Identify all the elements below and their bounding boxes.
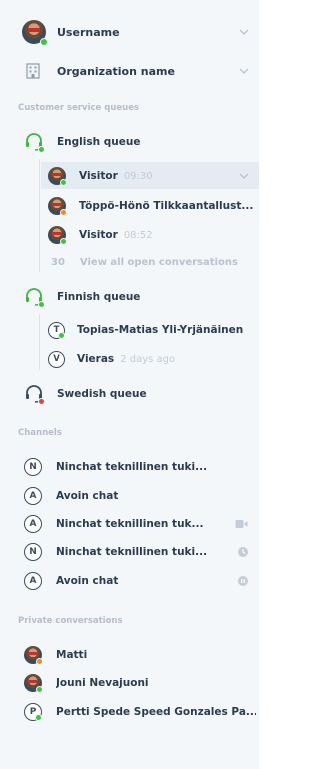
queues-section-title: Customer service queues (18, 103, 140, 113)
private-conversation-name: Jouni Nevajuoni (56, 677, 149, 689)
view-all-label: View all open conversations (79, 256, 238, 268)
chevron-down-icon[interactable] (239, 27, 249, 37)
conversation-item[interactable]: V Vieras 2 days ago (0, 349, 259, 369)
user-avatar (24, 674, 43, 693)
clock-icon (238, 547, 248, 557)
initial-avatar: T (48, 321, 65, 339)
channels-section-title: Channels (18, 428, 62, 438)
conversation-item[interactable]: Töppö-Hönö Tilkkaantallust... (0, 196, 259, 216)
queue-status-icon (38, 301, 45, 308)
channel-item[interactable]: N Ninchat teknillinen tuki... (0, 542, 259, 562)
channel-item[interactable]: A Avoin chat (0, 486, 259, 506)
channel-initial-icon: N (24, 458, 42, 476)
queue-swedish[interactable]: Swedish queue (0, 384, 259, 405)
private-conversation-item[interactable]: Matti (0, 645, 259, 665)
conversation-item[interactable]: Visitor 08:52 (0, 225, 259, 245)
channel-initial-icon: A (24, 515, 42, 533)
pause-icon (238, 576, 248, 586)
channel-item[interactable]: N Ninchat teknillinen tuki... (0, 457, 259, 477)
headset-icon (24, 287, 45, 308)
initial-avatar: P (24, 703, 42, 721)
conversation-name: Töppö-Hönö Tilkkaantallust... (79, 200, 254, 212)
queue-name: Finnish queue (57, 291, 141, 303)
away-status-icon (36, 658, 43, 665)
queue-status-icon (38, 398, 45, 405)
queue-name: Swedish queue (57, 388, 147, 400)
initial-avatar: V (48, 350, 65, 368)
open-count: 30 (51, 256, 65, 268)
chevron-down-icon[interactable] (239, 66, 249, 76)
channel-item[interactable]: A Avoin chat (0, 571, 259, 591)
channel-name: Avoin chat (56, 490, 119, 502)
online-status-icon (35, 714, 42, 721)
user-avatar (22, 20, 48, 46)
organization-label: Organization name (57, 64, 175, 78)
queue-status-icon (38, 146, 45, 153)
channel-initial-icon: N (24, 543, 42, 561)
channel-item[interactable]: A Ninchat teknillinen tuk... (0, 514, 259, 534)
private-section-title: Private conversations (18, 616, 123, 626)
private-conversation-name: Matti (56, 649, 88, 661)
username-label: Username (57, 25, 120, 39)
queue-english[interactable]: English queue (0, 132, 259, 153)
channel-initial-icon: A (24, 487, 42, 505)
user-menu[interactable]: Username (0, 18, 259, 46)
chevron-down-icon[interactable] (239, 171, 249, 181)
channel-initial-icon: A (24, 572, 42, 590)
conversation-time: 2 days ago (120, 353, 176, 365)
channel-name: Avoin chat (56, 575, 119, 587)
conversation-name: Topias-Matias Yli-Yrjänäinen (77, 324, 244, 336)
queue-name: English queue (57, 136, 141, 148)
building-icon (26, 63, 40, 79)
visitor-avatar (48, 167, 67, 186)
headset-icon (24, 132, 45, 153)
visitor-avatar (48, 226, 67, 245)
user-avatar (24, 646, 43, 665)
headset-icon (24, 384, 45, 405)
private-conversation-name: Pertti Spede Speed Gonzales Pa... (56, 706, 256, 718)
online-status-icon (36, 686, 43, 693)
channel-name: Ninchat teknillinen tuki... (56, 546, 208, 558)
conversation-time: 08:52 (123, 229, 153, 241)
private-conversation-item[interactable]: Jouni Nevajuoni (0, 673, 259, 693)
view-all-conversations-link[interactable]: 30 View all open conversations (0, 253, 259, 271)
sidebar-panel: Username Organization name Customer serv… (0, 0, 259, 769)
visitor-avatar (48, 197, 67, 216)
online-status-icon (40, 38, 48, 46)
channel-name: Ninchat teknillinen tuki... (56, 461, 208, 473)
conversation-name: Visitor (79, 170, 118, 182)
channel-name: Ninchat teknillinen tuk... (56, 518, 204, 530)
conversation-item[interactable]: T Topias-Matias Yli-Yrjänäinen (0, 320, 259, 340)
conversation-item[interactable]: Visitor 09:30 (0, 166, 259, 186)
video-icon (235, 520, 248, 528)
private-conversation-item[interactable]: P Pertti Spede Speed Gonzales Pa... (0, 702, 259, 722)
conversation-name: Visitor (79, 229, 118, 241)
conversation-name: Vieras (77, 353, 115, 365)
away-status-icon (60, 209, 67, 216)
conversation-time: 09:30 (123, 170, 153, 182)
organization-menu[interactable]: Organization name (0, 58, 259, 84)
queue-finnish[interactable]: Finnish queue (0, 287, 259, 308)
